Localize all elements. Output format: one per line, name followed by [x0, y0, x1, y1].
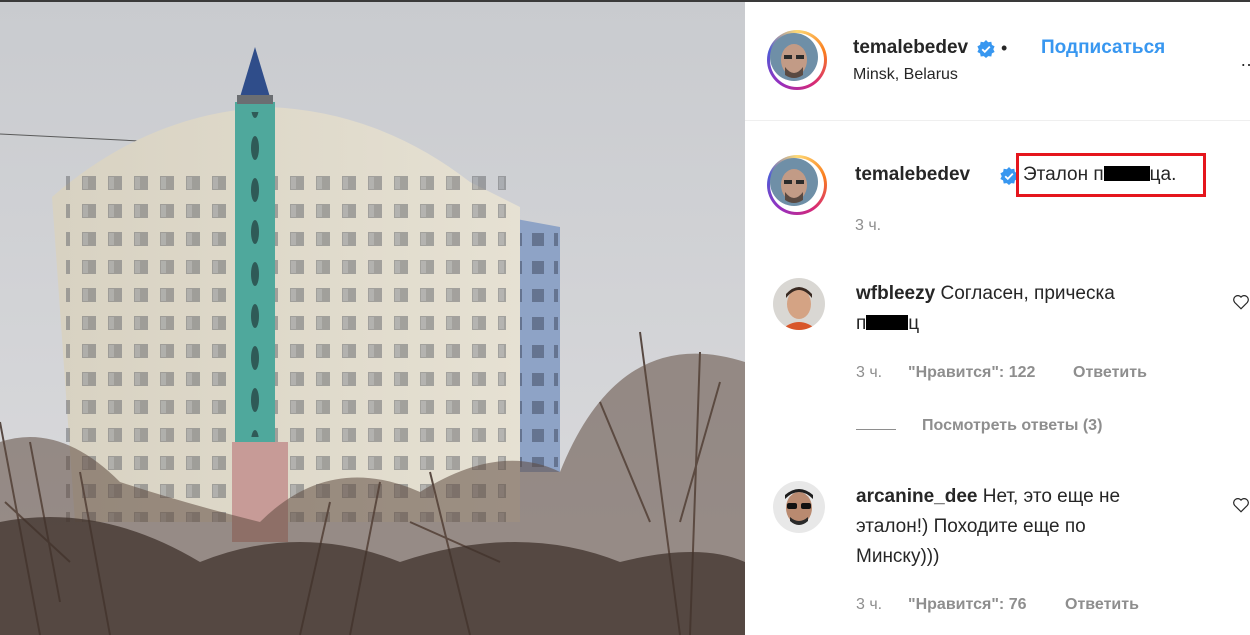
- comment-body: arcanine_dee Нет, это еще не эталон!) По…: [856, 482, 1186, 572]
- comment-text-line3: Минску))): [856, 546, 940, 567]
- commenter-avatar-image: [773, 481, 825, 533]
- comment-body: wfbleezy Согласен, прическа п ц: [856, 279, 1186, 339]
- view-replies-button[interactable]: Посмотреть ответы (3): [922, 417, 1102, 435]
- author-avatar-image: [770, 33, 818, 81]
- caption-avatar[interactable]: [767, 155, 827, 215]
- reply-label: Ответить: [1073, 364, 1147, 381]
- replies-divider: [856, 429, 896, 430]
- post-header: temalebedev • Подписаться Minsk, Belarus…: [745, 2, 1250, 121]
- comment-likes-count: "Нравится": 76: [908, 596, 1027, 613]
- post-location[interactable]: Minsk, Belarus: [853, 66, 958, 84]
- heart-icon[interactable]: [1232, 293, 1250, 311]
- reply-button[interactable]: Ответить: [1073, 364, 1147, 382]
- comment-username[interactable]: wfbleezy: [856, 283, 935, 304]
- comment-text-line2-end: ц: [908, 313, 920, 334]
- author-username[interactable]: temalebedev: [853, 37, 968, 59]
- comment-text-line2: п: [856, 313, 867, 334]
- caption-username[interactable]: temalebedev: [855, 164, 970, 186]
- commenter-avatar-image: [773, 278, 825, 330]
- commenter-avatar[interactable]: [773, 481, 825, 533]
- caption-avatar-image: [770, 158, 818, 206]
- verified-badge-icon: [977, 40, 995, 58]
- heart-icon[interactable]: [1232, 496, 1250, 514]
- reply-button[interactable]: Ответить: [1065, 596, 1139, 614]
- commenter-avatar[interactable]: [773, 278, 825, 330]
- comment-time[interactable]: 3 ч.: [856, 596, 882, 614]
- post-sidebar: temalebedev • Подписаться Minsk, Belarus…: [745, 2, 1250, 635]
- comment-time[interactable]: 3 ч.: [856, 364, 882, 382]
- comment-likes[interactable]: "Нравится": 76: [908, 596, 1027, 614]
- highlight-box: [1016, 153, 1206, 197]
- censor-bar: [866, 315, 909, 330]
- comment-text: Нет, это еще не: [982, 486, 1121, 507]
- comment-text: Согласен, прическа: [940, 283, 1115, 304]
- building-photo-illustration: [0, 2, 745, 635]
- comment-text-line2: эталон!) Походите еще по: [856, 516, 1086, 537]
- follow-button[interactable]: Подписаться: [1041, 37, 1165, 59]
- comment-likes[interactable]: "Нравится": 122: [908, 364, 1035, 382]
- comment-username[interactable]: arcanine_dee: [856, 486, 977, 507]
- author-avatar[interactable]: [767, 30, 827, 90]
- header-separator: •: [1001, 38, 1008, 58]
- more-options-icon[interactable]: …: [1240, 50, 1250, 71]
- comment-likes-count: "Нравится": 122: [908, 364, 1036, 381]
- reply-label: Ответить: [1065, 596, 1139, 613]
- caption-time[interactable]: 3 ч.: [855, 217, 881, 235]
- post-photo[interactable]: [0, 2, 745, 635]
